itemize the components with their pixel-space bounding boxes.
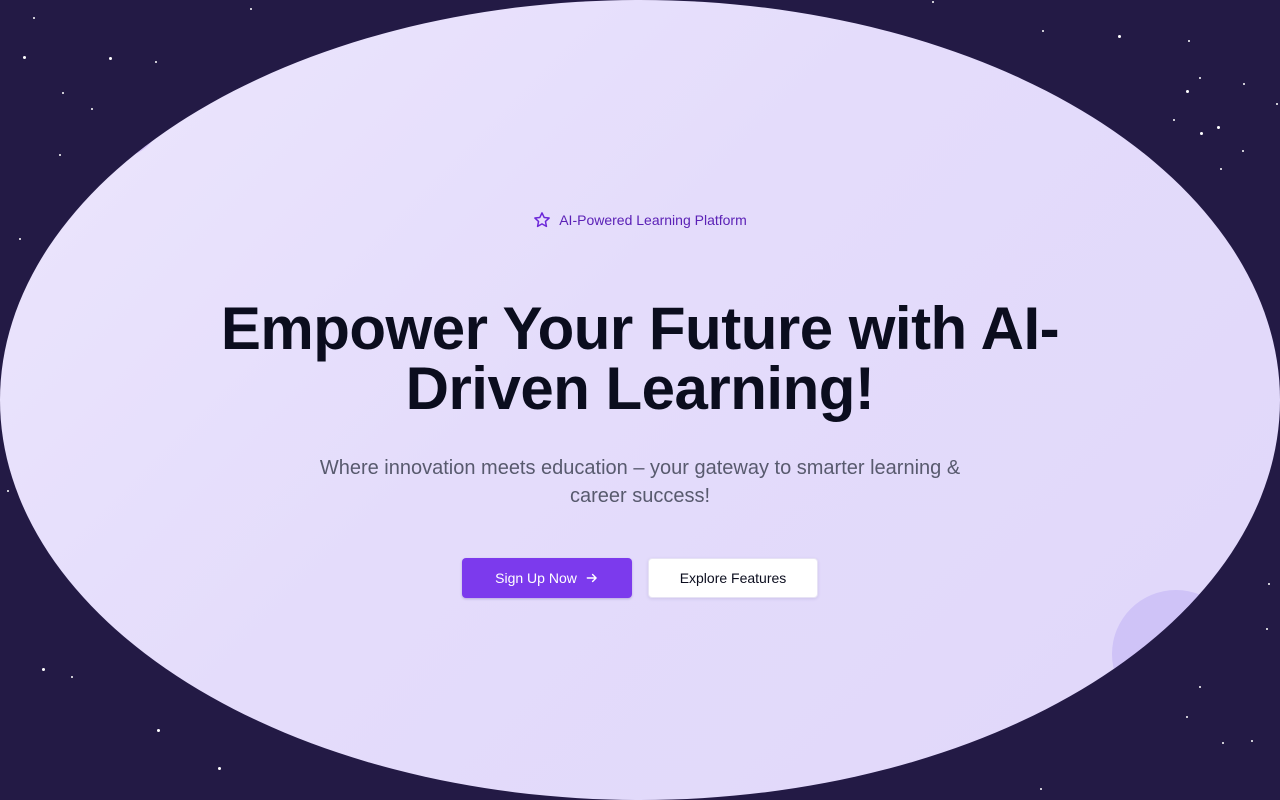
explore-features-label: Explore Features — [679, 570, 787, 586]
star-icon — [534, 212, 551, 228]
explore-features-button[interactable]: Explore Features — [648, 558, 818, 598]
hero-subtitle: Where innovation meets education – your … — [300, 454, 980, 510]
headline-line: Driven Learning! — [405, 355, 875, 422]
arrow-right-icon — [586, 573, 597, 583]
sign-up-button[interactable]: Sign Up Now — [462, 558, 632, 598]
subtitle-line: career success! — [569, 485, 711, 507]
hero-badge: AI-Powered Learning Platform — [0, 208, 1280, 232]
hero-headline: Empower Your Future with AI- Driven Lear… — [0, 299, 1280, 419]
subtitle-line: Where innovation meets education – your … — [319, 457, 961, 479]
hero-section: AI-Powered Learning Platform Empower You… — [0, 0, 1280, 800]
cta-buttons: Sign Up Now Explore Features — [462, 558, 822, 598]
sign-up-label: Sign Up Now — [495, 570, 577, 586]
badge-label: AI-Powered Learning Platform — [559, 212, 747, 228]
headline-line: Empower Your Future with AI- — [220, 295, 1060, 362]
